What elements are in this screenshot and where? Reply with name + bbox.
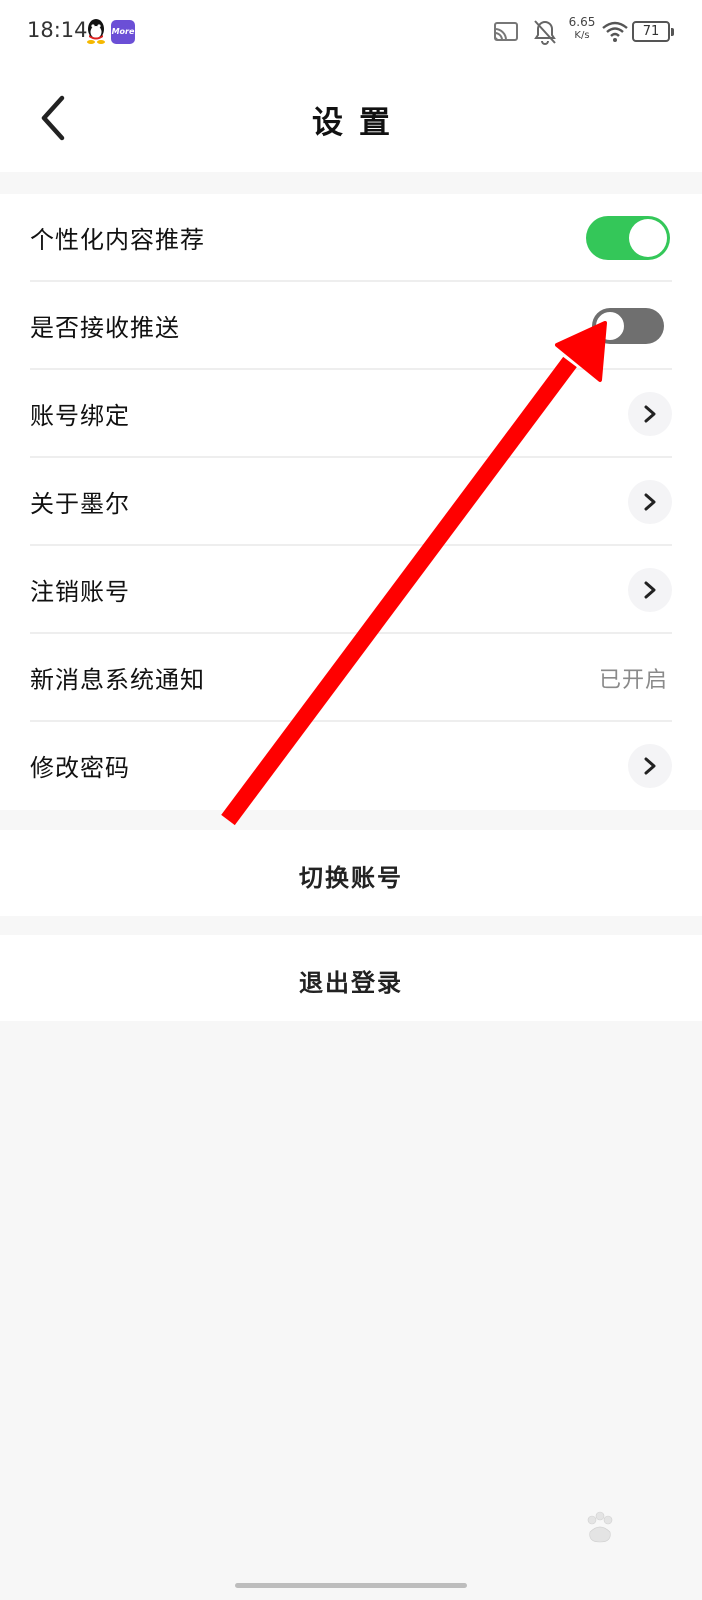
setting-new-message-notification[interactable]: 新消息系统通知 已开启 xyxy=(30,634,672,722)
logout-button[interactable]: 退出登录 xyxy=(0,935,702,1021)
status-time: 18:14 xyxy=(27,18,88,42)
receive-push-toggle[interactable] xyxy=(592,308,664,344)
setting-personalized-recommendation[interactable]: 个性化内容推荐 xyxy=(30,194,672,282)
switch-account-label: 切换账号 xyxy=(299,864,403,892)
setting-change-password[interactable]: 修改密码 xyxy=(30,722,672,810)
setting-label: 是否接收推送 xyxy=(30,314,180,342)
switch-account-button[interactable]: 切换账号 xyxy=(0,830,702,916)
setting-label: 关于墨尔 xyxy=(30,490,130,518)
toggle-knob xyxy=(629,219,667,257)
toggle-knob xyxy=(594,310,626,342)
setting-label: 新消息系统通知 xyxy=(30,666,205,694)
baidu-watermark xyxy=(587,1511,613,1543)
home-indicator[interactable] xyxy=(235,1583,467,1588)
page-title: 设置 xyxy=(312,105,406,141)
personalized-recommendation-toggle[interactable] xyxy=(586,216,670,260)
setting-label: 注销账号 xyxy=(30,578,130,606)
chevron-right-icon[interactable] xyxy=(628,392,672,436)
qq-icon xyxy=(87,19,105,44)
chevron-right-icon[interactable] xyxy=(628,568,672,612)
battery-icon: 71 xyxy=(632,21,674,42)
setting-account-binding[interactable]: 账号绑定 xyxy=(30,370,672,458)
wifi-icon xyxy=(602,21,628,42)
net-speed: 6.65 K/s xyxy=(565,16,599,41)
chevron-right-icon[interactable] xyxy=(628,480,672,524)
setting-label: 修改密码 xyxy=(30,754,130,782)
setting-cancel-account[interactable]: 注销账号 xyxy=(30,546,672,634)
more-app-icon: More xyxy=(111,20,135,44)
setting-about[interactable]: 关于墨尔 xyxy=(30,458,672,546)
setting-label: 个性化内容推荐 xyxy=(30,226,205,254)
chevron-right-icon[interactable] xyxy=(628,744,672,788)
net-speed-value: 6.65 xyxy=(568,15,596,29)
setting-receive-push[interactable]: 是否接收推送 xyxy=(30,282,672,370)
logout-label: 退出登录 xyxy=(299,969,403,997)
net-speed-unit: K/s xyxy=(574,30,590,41)
setting-label: 账号绑定 xyxy=(30,402,130,430)
notification-status-value: 已开启 xyxy=(598,668,668,693)
status-bar: 18:14 More 6.65 K/s 71 xyxy=(0,0,702,64)
settings-list: 个性化内容推荐 是否接收推送 账号绑定 关于墨尔 注销账号 新消息系统通知 已开… xyxy=(0,194,702,810)
bell-off-icon xyxy=(534,20,556,45)
header: 设置 xyxy=(0,64,702,172)
cast-icon xyxy=(494,22,518,41)
